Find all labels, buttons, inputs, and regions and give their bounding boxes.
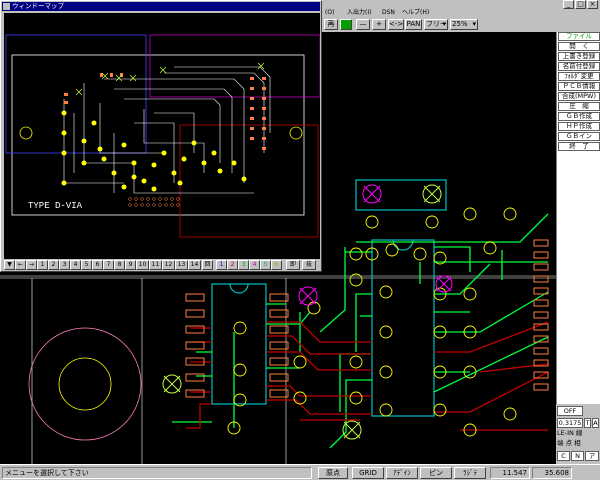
window-map-panel[interactable]: ウィンドーマップ TYPE D-VIA ▼ ← → 1 2 3 4 5 6 7 … <box>0 0 322 272</box>
layer-immediate-button[interactable]: 即 <box>286 260 300 270</box>
layer-extract-button[interactable]: 抜 <box>302 260 316 270</box>
minimize-button[interactable]: _ <box>563 0 574 9</box>
window-map-title: ウィンドーマップ <box>12 2 64 10</box>
menu-item-help[interactable]: ヘルプ(H) <box>402 8 429 18</box>
layer-10-button[interactable]: 10 <box>136 260 149 270</box>
endpoint-option[interactable]: 端 点 相 <box>557 439 581 448</box>
overview-drawing[interactable]: TYPE D-VIA <box>4 13 320 259</box>
cmd-exit[interactable]: 終 了 <box>558 142 600 151</box>
grid-button[interactable]: GRID <box>352 467 384 479</box>
layer-9-button[interactable]: 9 <box>125 260 136 270</box>
pan-button[interactable]: PAN <box>405 19 422 30</box>
layer-2-button[interactable]: 2 <box>48 260 59 270</box>
menu-item-io[interactable]: 入出力(I) <box>347 8 371 18</box>
status-bar: メニューを選択して下さい 原点 GRID ｱﾃﾞｲﾝ ピン ﾗｼﾞﾃ 11.54… <box>0 464 600 480</box>
color-layer-button[interactable] <box>340 19 352 30</box>
command-panel: ファイル 開 く 上書き登録 名前付登録 ﾌｫﾙﾀﾞ変更 ＰＣＢ情報 合成(MP… <box>556 32 600 404</box>
pcb-editor-window: _ □ × (O) 入出力(I) DSN ヘルプ(H) 再 — + <-> PA… <box>0 0 600 480</box>
layer-4-button[interactable]: 4 <box>70 260 81 270</box>
cmd-change-folder[interactable]: ﾌｫﾙﾀﾞ変更 <box>558 72 600 81</box>
layer-11-button[interactable]: 11 <box>149 260 162 270</box>
layer-6-button[interactable]: 6 <box>92 260 103 270</box>
mode-indicator[interactable]: OFF <box>557 406 583 416</box>
layer-8-button[interactable]: 8 <box>114 260 125 270</box>
layer-color-4-button[interactable]: 4 <box>249 260 260 270</box>
system-menu-icon[interactable] <box>3 3 10 10</box>
overview-canvas[interactable]: TYPE D-VIA <box>4 13 320 259</box>
redraw-button[interactable]: 再 <box>324 19 338 30</box>
zoom-in-button[interactable]: + <box>372 19 386 30</box>
status-panel: OFF 0.3175 T A LE-IN 線 端 点 相 C N ア <box>556 404 600 464</box>
layer-14-button[interactable]: 14 <box>188 260 201 270</box>
window-map-titlebar[interactable]: ウィンドーマップ <box>2 2 320 11</box>
cmd-pcb-info[interactable]: ＰＣＢ情報 <box>558 82 600 91</box>
close-button[interactable]: × <box>587 0 598 9</box>
menu-item-o[interactable]: (O) <box>325 8 334 18</box>
layer-1-button[interactable]: 1 <box>37 260 48 270</box>
overview-smd-pads <box>64 73 266 150</box>
a-toggle[interactable]: A <box>592 418 599 428</box>
menu-item-dsn[interactable]: DSN <box>382 8 395 18</box>
c-toggle[interactable]: C <box>557 451 570 461</box>
layer-color-3-button[interactable]: 3 <box>238 260 249 270</box>
zoom-fit-button[interactable]: <-> <box>388 19 404 30</box>
layer-menu-button[interactable]: ▼ <box>4 260 15 270</box>
layer-next-button[interactable]: → <box>26 260 37 270</box>
adin-button[interactable]: ｱﾃﾞｲﾝ <box>386 467 418 479</box>
overview-traces <box>63 66 271 194</box>
cmd-save-as[interactable]: 名前付登録 <box>558 62 600 71</box>
layer-color-1-button[interactable]: 1 <box>216 260 227 270</box>
chevron-down-icon: ▾ <box>442 20 446 28</box>
layer-color-6-button[interactable]: 6 <box>271 260 282 270</box>
layer-3-button[interactable]: 3 <box>59 260 70 270</box>
window-controls: _ □ × <box>563 0 598 9</box>
pin-button[interactable]: ピン <box>420 467 452 479</box>
mounting-hole <box>28 327 142 441</box>
cmd-gb-create[interactable]: ＧＢ作成 <box>558 112 600 121</box>
cmd-header-file: ファイル <box>558 32 600 41</box>
a2-toggle[interactable]: ア <box>585 451 599 461</box>
zoom-out-button[interactable]: — <box>356 19 370 30</box>
layer-5-button[interactable]: 5 <box>81 260 92 270</box>
layer-color-2-button[interactable]: 2 <box>227 260 238 270</box>
cmd-open[interactable]: 開 く <box>558 42 600 51</box>
zoom-level-select[interactable]: 25% ▾ <box>450 19 478 30</box>
t-toggle[interactable]: T <box>584 418 591 428</box>
origin-button[interactable]: 原点 <box>318 467 348 479</box>
cmd-overwrite-save[interactable]: 上書き登録 <box>558 52 600 61</box>
layer-all-button[interactable]: 回 <box>202 260 213 270</box>
y-coordinate: 35.608 <box>532 467 572 479</box>
layer-color-5-button[interactable]: 5 <box>260 260 271 270</box>
x-coordinate: 11.547 <box>490 467 530 479</box>
radial-button[interactable]: ﾗｼﾞﾃ <box>454 467 486 479</box>
layer-7-button[interactable]: 7 <box>103 260 114 270</box>
layer-12-button[interactable]: 12 <box>162 260 175 270</box>
cmd-hp-create[interactable]: ＨＰ作成 <box>558 122 600 131</box>
n-toggle[interactable]: N <box>571 451 584 461</box>
cmd-gb-in[interactable]: ＧＢイン <box>558 132 600 141</box>
chevron-down-icon: ▾ <box>472 20 476 28</box>
layer-bar: ▼ ← → 1 2 3 4 5 6 7 8 9 10 11 12 13 14 回… <box>4 260 320 271</box>
cmd-compress[interactable]: 圧 縮 <box>558 102 600 111</box>
overview-dip-row <box>128 197 180 207</box>
status-message: メニューを選択して下さい <box>2 467 312 479</box>
layer-13-button[interactable]: 13 <box>175 260 188 270</box>
overview-pads <box>61 110 247 192</box>
line-width-value[interactable]: 0.3175 <box>557 418 583 428</box>
layer-prev-button[interactable]: ← <box>15 260 26 270</box>
toolbar: 再 — + <-> PAN フリー ▾ 25% ▾ <box>322 18 556 32</box>
le-in-option[interactable]: LE-IN 線 <box>557 429 582 438</box>
maximize-button[interactable]: □ <box>575 0 586 9</box>
free-select[interactable]: フリー ▾ <box>424 19 448 30</box>
cmd-merge-mpw[interactable]: 合成(MPW) <box>558 92 600 101</box>
board-label: TYPE D-VIA <box>28 201 83 211</box>
